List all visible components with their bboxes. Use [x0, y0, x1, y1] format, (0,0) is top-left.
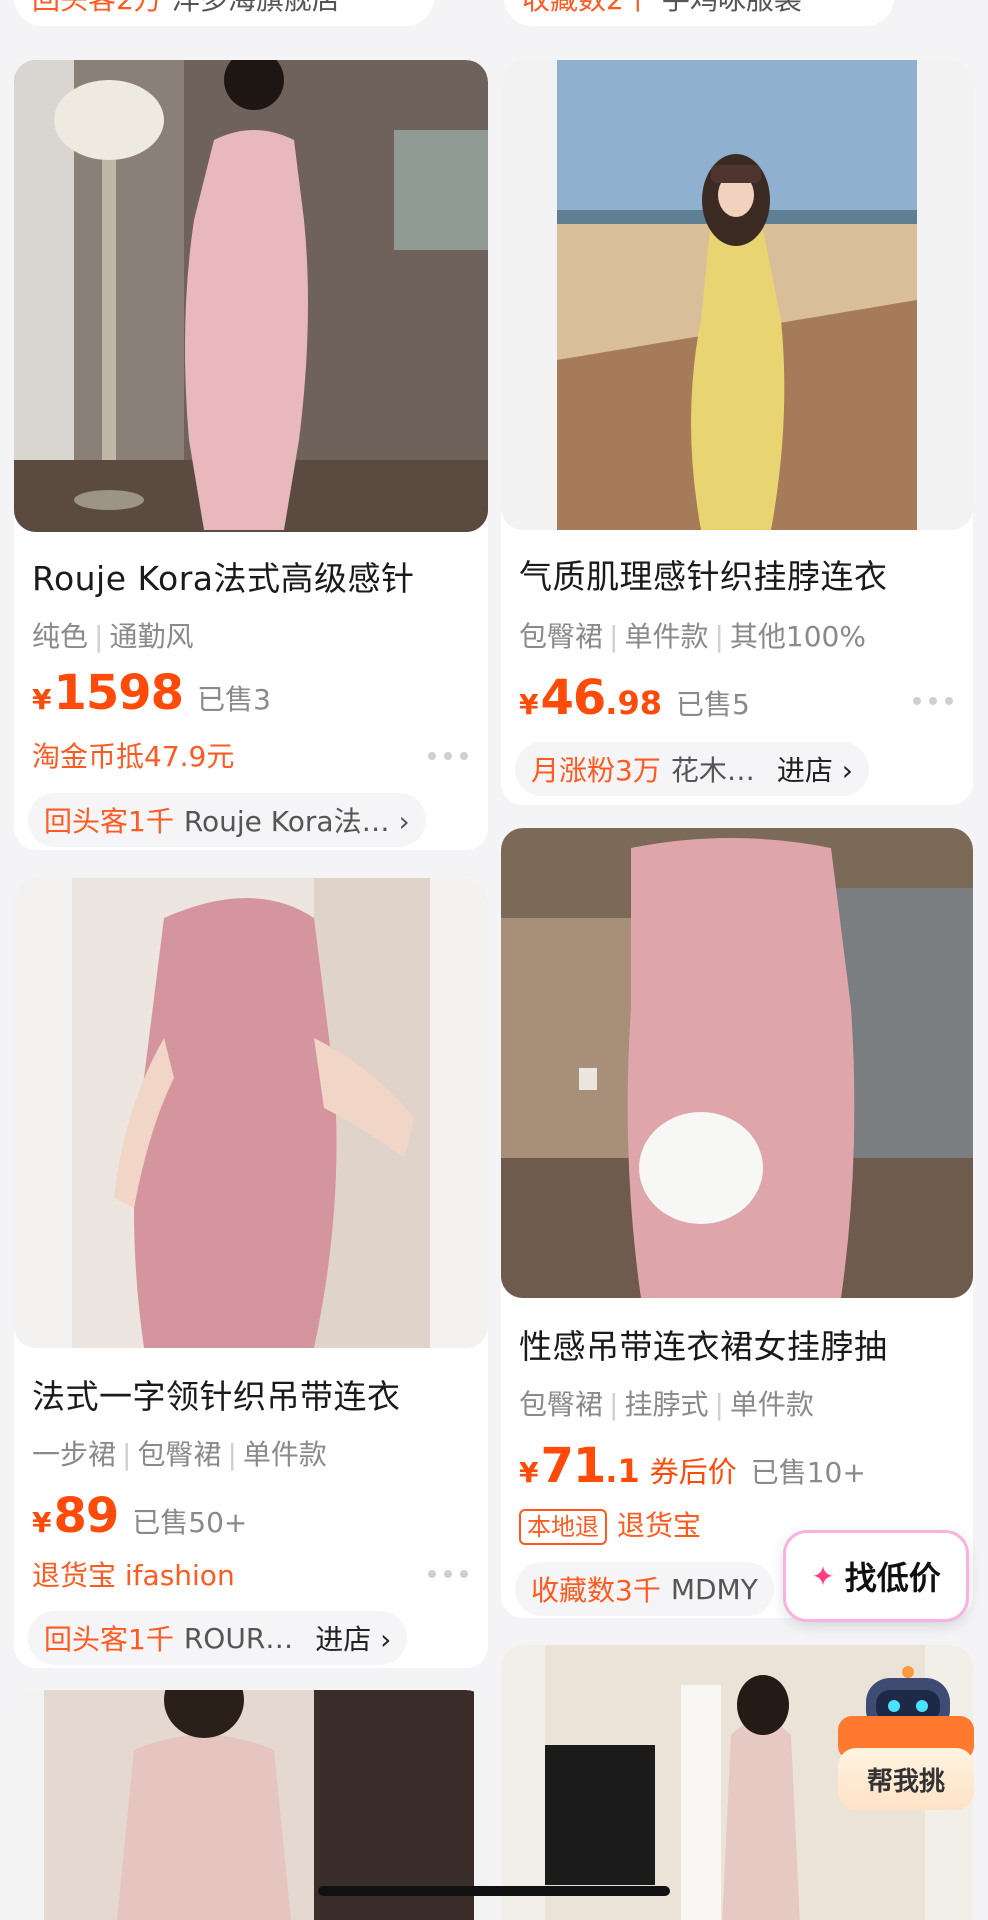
- promo-row: 本地退 退货宝: [519, 1504, 701, 1545]
- price-row: ¥ 71 .1 券后价 已售10+: [519, 1438, 866, 1494]
- pill-shop: ROUR…: [183, 1621, 294, 1655]
- help-me-pick-label: 帮我挑: [838, 1748, 974, 1810]
- product-feed: 回头客2万 洋多海旗舰店 收藏数2千 手鸡咏服装 Rouje Kora法式高级感…: [0, 0, 988, 1920]
- product-title: 性感吊带连衣裙女挂脖抽: [519, 1327, 888, 1366]
- shop-pill[interactable]: 月涨粉3万 花木… 进店 ›: [515, 742, 869, 796]
- product-tags: 纯色 | 通勤风: [32, 620, 194, 653]
- price-row: ¥ 89 已售50+: [32, 1488, 247, 1544]
- help-me-pick-button[interactable]: 帮我挑: [838, 1660, 974, 1810]
- price-row: ¥ 46 .98 已售5: [519, 670, 750, 726]
- product-image[interactable]: [14, 60, 488, 532]
- tag: 单件款: [242, 1438, 327, 1471]
- sold-count: 已售10+: [750, 1456, 866, 1489]
- top-right-shop-pill[interactable]: 收藏数2千 手鸡咏服装: [504, 0, 894, 26]
- product-card[interactable]: Rouje Kora法式高级感针 纯色 | 通勤风 ¥ 1598 已售3 淘金币抵4…: [14, 60, 488, 850]
- currency-symbol: ¥: [32, 683, 52, 716]
- tag: 包臀裙: [137, 1438, 222, 1471]
- product-tags: 包臀裙 | 挂脖式 | 单件款: [519, 1388, 814, 1421]
- tag: 通勤风: [109, 620, 194, 653]
- top-left-shop-pill[interactable]: 回头客2万 洋多海旗舰店: [14, 0, 434, 26]
- tag: 单件款: [624, 620, 709, 653]
- product-title: 气质肌理感针织挂脖连衣: [519, 557, 888, 596]
- home-indicator[interactable]: [318, 1886, 670, 1896]
- product-tags: 包臀裙 | 单件款 | 其他100%: [519, 620, 866, 653]
- find-low-price-label: 找低价: [844, 1559, 941, 1597]
- price-decimal: .1: [605, 1452, 640, 1490]
- currency-symbol: ¥: [32, 1506, 52, 1539]
- product-title: Rouje Kora法式高级感针: [32, 559, 415, 598]
- tag: 包臀裙: [519, 1388, 604, 1421]
- pill-highlight: 收藏数3千: [531, 1574, 661, 1607]
- product-card[interactable]: 法式一字领针织吊带连衣 一步裙 | 包臀裙 | 单件款 ¥ 89 已售50+ 退货宝 i…: [14, 878, 488, 1668]
- product-image[interactable]: [501, 60, 973, 530]
- pill-highlight: 回头客1千: [44, 805, 174, 838]
- product-image[interactable]: [501, 828, 973, 1298]
- more-options-icon[interactable]: [428, 1568, 468, 1580]
- sold-count: 已售3: [197, 683, 271, 716]
- pill-highlight: 收藏数2千: [522, 0, 652, 18]
- price: 1598: [53, 665, 184, 721]
- price-row: ¥ 1598 已售3: [32, 665, 271, 721]
- promo-text: 淘金币抵47.9元: [32, 740, 235, 773]
- sparkle-icon: ✦: [811, 1559, 835, 1593]
- coupon-price-label: 券后价: [649, 1455, 737, 1489]
- pill-highlight: 回头客2万: [32, 0, 162, 18]
- robot-mascot-icon: [838, 1666, 974, 1760]
- product-tags: 一步裙 | 包臀裙 | 单件款: [32, 1438, 327, 1471]
- tag: 其他100%: [729, 620, 866, 653]
- product-title: 法式一字领针织吊带连衣: [32, 1377, 401, 1416]
- tag: 挂脖式: [624, 1388, 709, 1421]
- pill-shop: MDMY: [670, 1572, 758, 1606]
- product-card[interactable]: 气质肌理感针织挂脖连衣 包臀裙 | 单件款 | 其他100% ¥ 46 .98 已售5 …: [501, 60, 973, 805]
- shop-pill[interactable]: 回头客1千 Rouje Kora法… ›: [28, 793, 426, 847]
- enter-shop-link[interactable]: 进店 ›: [777, 749, 853, 789]
- sold-count: 已售5: [675, 688, 750, 721]
- tag: 纯色: [32, 620, 89, 653]
- pill-highlight: 月涨粉3万: [531, 754, 661, 787]
- more-options-icon[interactable]: [428, 750, 468, 762]
- pill-shop: 洋多海旗舰店: [172, 0, 340, 18]
- price-decimal: .98: [605, 684, 662, 722]
- tag: 单件款: [729, 1388, 814, 1421]
- pill-shop: Rouje Kora法… ›: [183, 805, 410, 838]
- promo-text: 退货宝 ifashion: [32, 1559, 235, 1592]
- currency-symbol: ¥: [519, 688, 539, 721]
- shop-pill[interactable]: 回头客1千 ROUR… 进店 ›: [28, 1611, 408, 1665]
- currency-symbol: ¥: [519, 1456, 539, 1489]
- more-options-icon[interactable]: [913, 695, 953, 707]
- product-image[interactable]: [14, 878, 488, 1348]
- price: 46: [540, 670, 606, 726]
- find-low-price-button[interactable]: ✦ 找低价: [783, 1530, 969, 1622]
- tag: 一步裙: [32, 1438, 117, 1471]
- local-return-badge: 本地退: [519, 1509, 607, 1545]
- sold-count: 已售50+: [132, 1506, 248, 1539]
- enter-shop-link[interactable]: 进店 ›: [315, 1618, 391, 1658]
- price: 89: [53, 1488, 119, 1544]
- shop-pill[interactable]: 收藏数3千 MDMY: [515, 1562, 774, 1616]
- promo-text: 退货宝: [617, 1509, 702, 1542]
- tag: 包臀裙: [519, 620, 604, 653]
- pill-shop: 花木…: [670, 754, 755, 787]
- pill-highlight: 回头客1千: [44, 1623, 174, 1656]
- price: 71: [540, 1438, 606, 1494]
- product-card[interactable]: 性感吊带连衣裙女挂脖抽 包臀裙 | 挂脖式 | 单件款 ¥ 71 .1 券后价 已售10…: [501, 828, 973, 1618]
- pill-shop: 手鸡咏服装: [662, 0, 802, 18]
